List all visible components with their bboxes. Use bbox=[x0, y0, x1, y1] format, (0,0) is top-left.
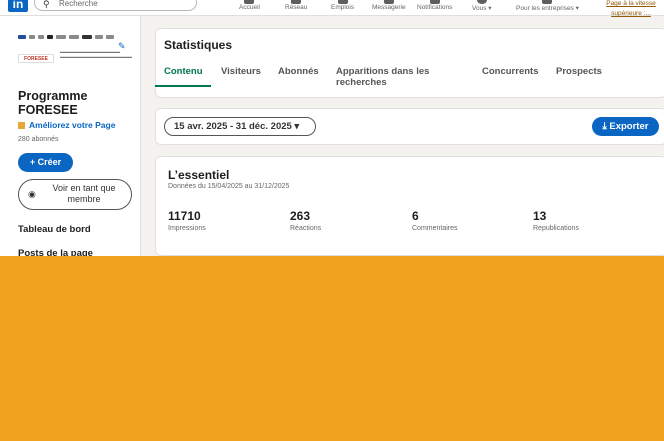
premium-link[interactable]: Page à la vitesse supérieure :... bbox=[598, 0, 664, 19]
nav-label: Réseau bbox=[285, 4, 308, 11]
search-icon: ⚲ bbox=[43, 0, 50, 9]
nav-item-me[interactable]: Vous ▾ bbox=[472, 0, 492, 12]
page-title: Statistiques bbox=[164, 38, 233, 52]
highlights-title: L’essentiel bbox=[168, 168, 230, 182]
grid-icon bbox=[542, 0, 553, 4]
date-range-dropdown[interactable]: 15 avr. 2025 - 31 déc. 2025 ▾ bbox=[164, 117, 316, 136]
metric-reactions-value[interactable]: 263 bbox=[290, 209, 310, 223]
metric-impressions-value[interactable]: 11710 bbox=[168, 209, 201, 223]
top-navigation: in ⚲ Recherche Accueil Réseau Emplois Me… bbox=[0, 0, 664, 19]
follower-count[interactable]: 280 abonnés bbox=[18, 136, 58, 143]
nav-label: Accueil bbox=[239, 4, 260, 11]
nav-label: Messagerie bbox=[372, 4, 406, 11]
bell-icon bbox=[429, 0, 440, 4]
messaging-icon bbox=[383, 0, 394, 4]
screenshot-area: in ⚲ Recherche Accueil Réseau Emplois Me… bbox=[0, 0, 664, 256]
nav-item-jobs[interactable]: Emplois bbox=[331, 0, 355, 11]
search-placeholder: Recherche bbox=[59, 0, 98, 8]
metric-reactions-label: Réactions bbox=[290, 225, 322, 232]
nav-label: Notifications bbox=[417, 4, 453, 11]
avatar-icon bbox=[476, 0, 487, 4]
create-button[interactable]: + Créer bbox=[18, 153, 73, 172]
nav-item-network[interactable]: Réseau bbox=[285, 0, 308, 11]
improve-page-link[interactable]: Améliorez votre Page bbox=[18, 120, 115, 130]
view-as-member-button[interactable]: ◉ Voir en tant que membre bbox=[18, 179, 132, 210]
metric-impressions-label: Impressions bbox=[168, 225, 206, 232]
jobs-icon bbox=[337, 0, 348, 4]
nav-item-messaging[interactable]: Messagerie bbox=[372, 0, 406, 11]
nav-item-notifications[interactable]: Notifications bbox=[417, 0, 453, 11]
nav-item-home[interactable]: Accueil bbox=[239, 0, 260, 11]
search-input[interactable]: ⚲ Recherche bbox=[34, 0, 197, 11]
partner-logos bbox=[18, 28, 140, 39]
nav-label: Vous ▾ bbox=[472, 5, 492, 12]
premium-line-1: Page à la vitesse bbox=[606, 0, 656, 7]
eye-icon: ◉ bbox=[28, 189, 36, 199]
nav-item-business[interactable]: Pour les entreprises ▾ bbox=[516, 0, 579, 12]
banner-text: ▬▬▬▬▬▬▬▬▬▬▬▬▬▬▬ ▬▬▬▬▬▬▬▬▬▬▬▬▬▬▬▬▬▬ bbox=[60, 49, 132, 59]
tab-leads[interactable]: Prospects bbox=[556, 66, 602, 77]
left-sidebar: ✎ FORESEE ▬▬▬▬▬▬▬▬▬▬▬▬▬▬▬ ▬▬▬▬▬▬▬▬▬▬▬▬▬▬… bbox=[0, 16, 141, 256]
tab-visitors[interactable]: Visiteurs bbox=[221, 66, 261, 77]
view-as-member-label: Voir en tant que membre bbox=[52, 183, 116, 204]
metric-reposts-label: Republications bbox=[533, 225, 579, 232]
export-button[interactable]: ⤓ Exporter bbox=[592, 117, 659, 136]
sidebar-link-dashboard[interactable]: Tableau de bord bbox=[18, 224, 91, 235]
tab-competitors[interactable]: Concurrents bbox=[482, 66, 538, 77]
premium-line-2: supérieure :... bbox=[611, 10, 651, 17]
network-icon bbox=[291, 0, 302, 4]
tab-search-appearances[interactable]: Apparitions dans les recherches bbox=[336, 66, 456, 88]
metric-comments-value[interactable]: 6 bbox=[412, 209, 419, 223]
linkedin-logo[interactable]: in bbox=[8, 0, 28, 12]
org-logo[interactable]: FORESEE bbox=[18, 54, 54, 63]
tab-followers[interactable]: Abonnés bbox=[278, 66, 319, 77]
tab-content[interactable]: Contenu bbox=[164, 66, 203, 77]
home-icon bbox=[244, 0, 255, 4]
improve-page-label: Améliorez votre Page bbox=[29, 120, 116, 130]
highlights-date-range: Données du 15/04/2025 au 31/12/2025 bbox=[168, 183, 290, 190]
premium-badge-icon bbox=[18, 122, 25, 129]
sidebar-link-page-posts[interactable]: Posts de la page bbox=[18, 248, 93, 256]
active-tab-indicator bbox=[155, 85, 211, 87]
highlights-panel bbox=[155, 156, 664, 256]
organization-name[interactable]: Programme FORESEE bbox=[18, 89, 136, 117]
metric-reposts-value[interactable]: 13 bbox=[533, 209, 546, 223]
metric-comments-label: Commentaires bbox=[412, 225, 458, 232]
nav-label: Pour les entreprises ▾ bbox=[516, 5, 579, 12]
nav-label: Emplois bbox=[331, 4, 355, 11]
